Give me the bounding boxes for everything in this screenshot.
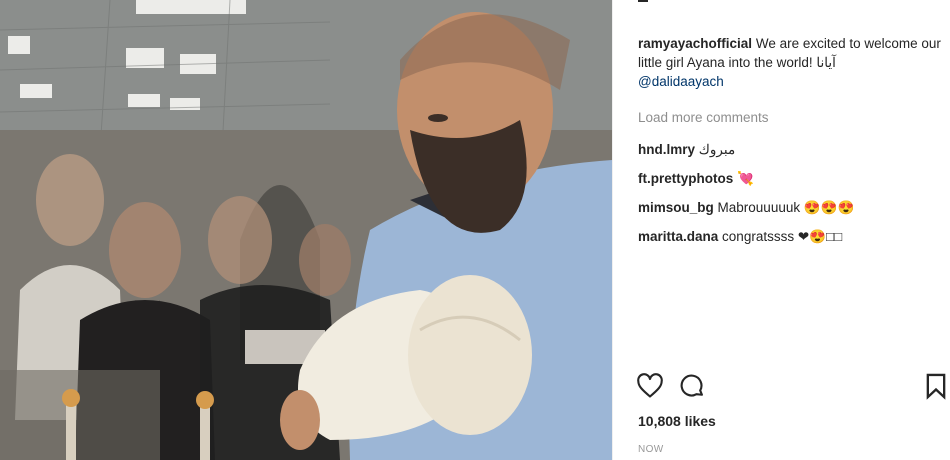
comment-text: Mabrouuuuuk 😍😍😍 [717,200,855,215]
comment-bubble-icon [680,374,703,397]
bookmark-icon [926,373,946,400]
comment-item: maritta.dana congratssss ❤😍□□ [638,227,943,256]
comment-item: ft.prettyphotos 💘 [638,169,943,198]
caption-mention[interactable]: @dalidaayach [638,74,724,89]
like-button[interactable] [636,372,664,400]
post-actions [636,372,946,402]
photo-illustration [0,0,612,460]
likes-count[interactable]: 10,808 likes [638,413,716,429]
save-button[interactable] [922,372,950,400]
load-more-comments-link[interactable]: Load more comments [638,110,769,125]
comment-text: congratssss ❤😍□□ [722,229,843,244]
comment-username[interactable]: maritta.dana [638,229,718,244]
post-timestamp: NOW [638,444,664,455]
comments-list: hnd.lmry مبروك ft.prettyphotos 💘 mimsou_… [638,140,943,256]
comment-item: hnd.lmry مبروك [638,140,943,169]
comment-username[interactable]: hnd.lmry [638,142,695,157]
top-divider [638,0,648,2]
comment-text: 💘 [737,171,754,186]
comment-username[interactable]: mimsou_bg [638,200,714,215]
post-photo[interactable] [0,0,612,460]
comment-username[interactable]: ft.prettyphotos [638,171,733,186]
comment-text: مبروك [698,142,736,157]
heart-icon [637,373,663,398]
caption-username[interactable]: ramyayachofficial [638,36,752,51]
comment-button[interactable] [678,372,706,400]
post-caption: ramyayachofficial We are excited to welc… [638,34,943,91]
comment-item: mimsou_bg Mabrouuuuuk 😍😍😍 [638,198,943,227]
post-sidebar: ramyayachofficial We are excited to welc… [612,0,950,460]
